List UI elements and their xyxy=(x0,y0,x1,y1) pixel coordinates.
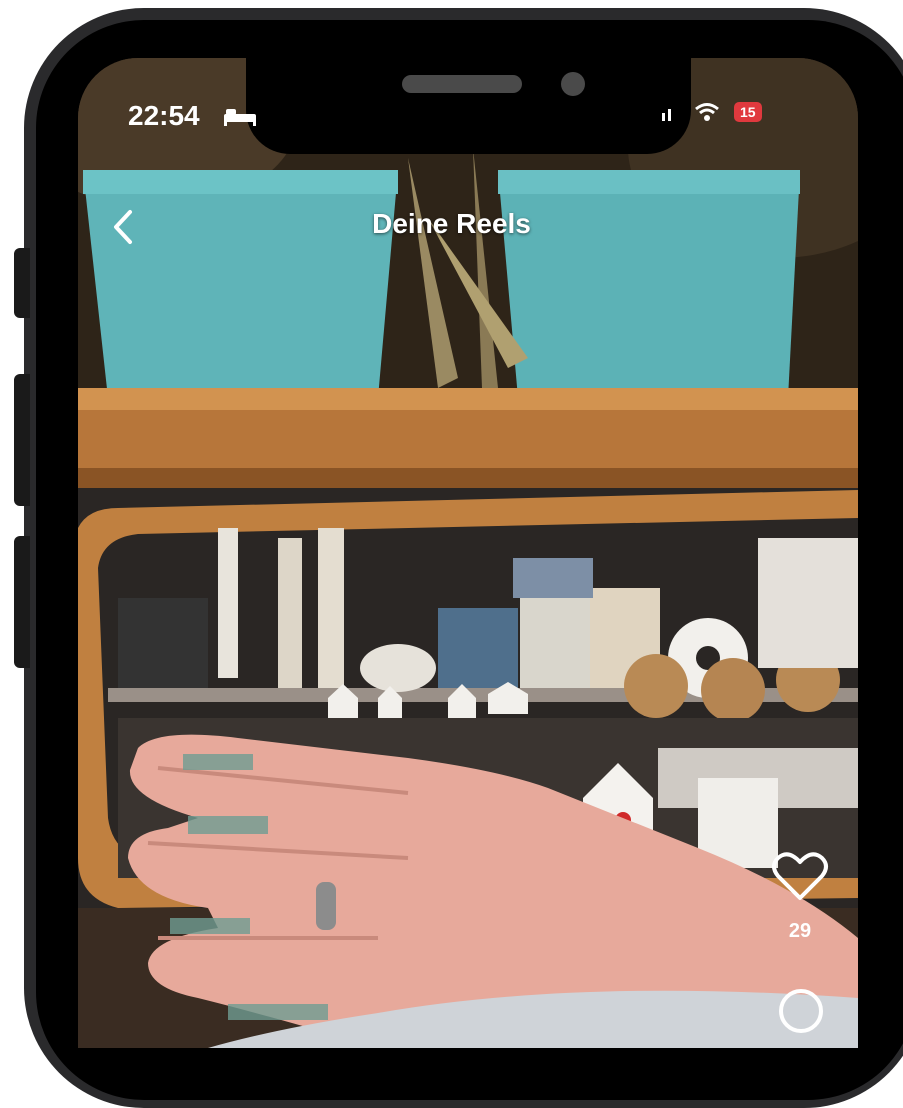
volume-up-button xyxy=(14,374,30,506)
volume-down-button xyxy=(14,536,30,668)
reel-video[interactable] xyxy=(78,58,858,1048)
earpiece-speaker xyxy=(402,75,522,93)
comment-icon[interactable] xyxy=(776,986,826,1036)
silent-switch xyxy=(14,248,30,318)
signal-icon xyxy=(662,109,671,121)
notch xyxy=(246,58,691,154)
reel-video-frame xyxy=(78,58,858,1048)
battery-icon: 15 xyxy=(734,102,762,122)
page-title: Deine Reels xyxy=(372,208,531,239)
bed-icon xyxy=(224,109,256,126)
front-camera xyxy=(561,72,585,96)
heart-icon[interactable] xyxy=(770,850,830,904)
like-count: 29 xyxy=(788,920,812,942)
status-time: 22:54 xyxy=(128,100,200,131)
status-icons: 15 xyxy=(660,102,762,122)
wifi-icon xyxy=(695,103,719,121)
